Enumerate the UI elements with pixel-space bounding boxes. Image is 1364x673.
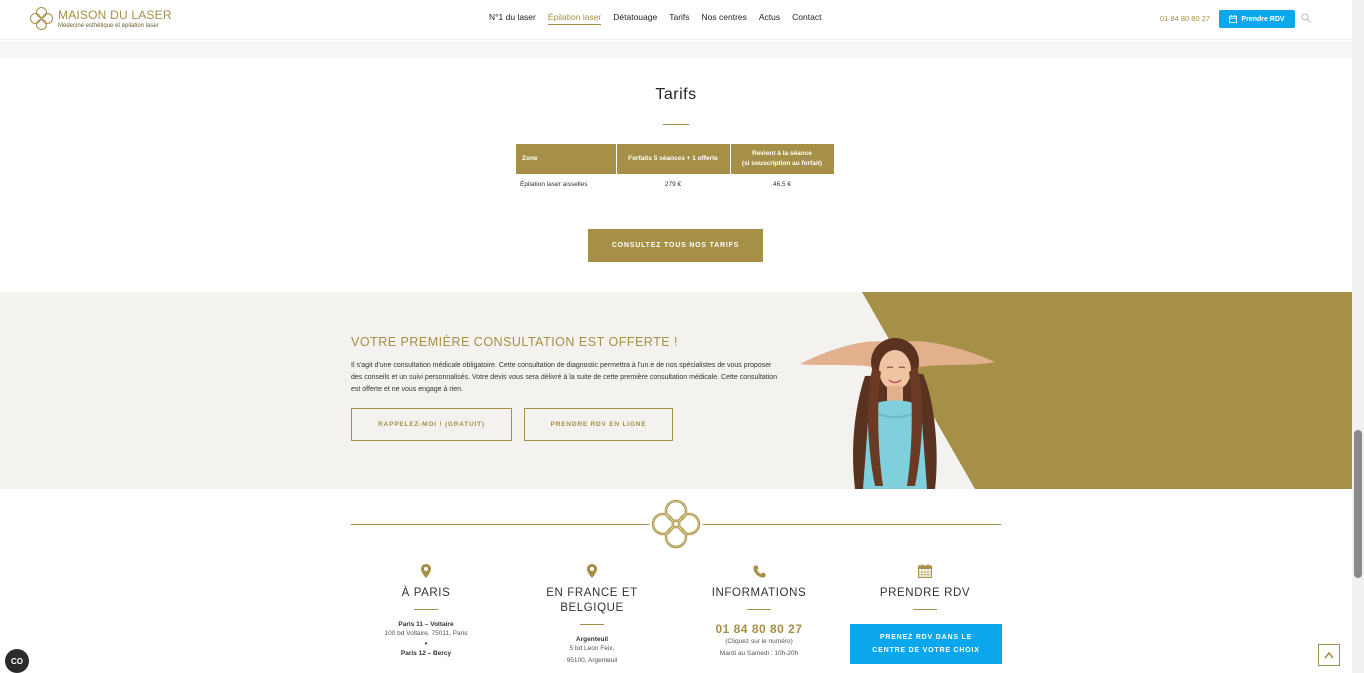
consultation-title: VOTRE PREMIÈRE CONSULTATION EST OFFERTE … [351, 335, 679, 349]
calendar-icon [1229, 15, 1238, 23]
footer-underline [580, 624, 604, 625]
brand-name: MAISON DU LASER [58, 8, 172, 22]
scroll-to-top-button[interactable] [1318, 644, 1340, 666]
footer-col-info: INFORMATIONS 01 84 80 80 27 (Cliquez sur… [684, 562, 834, 660]
choose-center-rdv-button[interactable]: PRENEZ RDV DANS LE CENTRE DE VOTRE CHOIX [850, 624, 1002, 664]
section-separator [0, 41, 1352, 58]
table-header-revient: Revient à la séance (si souscription au … [730, 144, 835, 174]
footer-knot-logo-icon [651, 499, 701, 549]
table-cell-revient: 46,5 € [772, 180, 792, 188]
footer-phone-link[interactable]: 01 84 80 80 27 [684, 622, 834, 636]
map-pin-icon [421, 564, 431, 578]
header-phone-link[interactable]: 01 84 80 80 27 [1160, 14, 1210, 23]
tarifs-heading: Tarifs [655, 86, 697, 103]
footer-paris-title: À PARIS [401, 587, 451, 599]
footer-rdv-title: PRENDRE RDV [879, 587, 971, 599]
tarifs-table: Zone Forfaits 5 séances + 1 offerte Revi… [516, 144, 835, 194]
table-cell-forfait: 279 € [664, 180, 682, 188]
page-scrollbar[interactable] [1352, 0, 1364, 673]
phone-hint: (Cliquez sur le numéro) [725, 638, 793, 645]
footer-underline [414, 609, 438, 610]
rdv-cta-line2: CENTRE DE VOTRE CHOIX [872, 647, 980, 654]
scrollbar-thumb[interactable] [1354, 430, 1362, 578]
search-icon[interactable] [1301, 13, 1311, 23]
nav-nos-centres[interactable]: Nos centres [702, 12, 747, 25]
center-address: 95100, Argenteuil [566, 657, 618, 664]
map-pin-icon [587, 564, 597, 578]
all-tarifs-button[interactable]: CONSULTEZ TOUS NOS TARIFS [588, 229, 763, 262]
chevron-up-icon [1324, 651, 1334, 659]
footer-underline [747, 609, 771, 610]
table-header-zone: Zone [516, 144, 617, 174]
nav-epilation-laser[interactable]: Épilation laser [547, 12, 602, 25]
center-address: 5 bd Leon Feix, [569, 645, 615, 652]
nav-tarifs[interactable]: Tarifs [669, 12, 689, 25]
table-header-forfait: Forfaits 5 séances + 1 offerte [616, 144, 731, 174]
footer-underline [913, 609, 937, 610]
cookie-settings-button[interactable]: CO [5, 649, 29, 673]
footer-col-rdv: PRENDRE RDV PRENEZ RDV DANS LE CENTRE DE… [850, 562, 1002, 664]
footer-col-france: EN FRANCE ET BELGIQUE Argenteuil 5 bd Le… [517, 562, 667, 667]
table-header-revient-l1: Revient à la séance [752, 150, 812, 158]
footer-info-title: INFORMATIONS [711, 587, 807, 599]
footer-france-title-l1: EN FRANCE ET [546, 587, 638, 599]
footer-divider-left [351, 524, 649, 525]
prendre-rdv-button[interactable]: Prendre RDV [1219, 10, 1295, 28]
nav-contact[interactable]: Contact [792, 12, 821, 25]
nav-detatouage[interactable]: Détatouage [613, 12, 657, 25]
separator-dot: • [424, 639, 428, 648]
calendar-icon [918, 564, 932, 578]
footer-france-title: EN FRANCE ET BELGIQUE [517, 586, 667, 616]
center-name[interactable]: Argenteuil [517, 636, 667, 643]
table-cell-zone: Épilation laser aisselles [520, 180, 588, 188]
footer-divider-right [703, 524, 1001, 525]
table-row: Épilation laser aisselles 279 € 46,5 € [516, 174, 834, 194]
footer-france-title-l2: BELGIQUE [560, 602, 624, 614]
opening-hours: Mardi au Samedi : 10h-20h [719, 650, 799, 657]
logo-knot-icon [30, 7, 54, 31]
table-header-revient-l2: (si souscription au forfait) [741, 160, 823, 167]
nav-actus[interactable]: Actus [759, 12, 780, 25]
prendre-rdv-label: Prendre RDV [1241, 15, 1285, 23]
nav-n1-laser[interactable]: N°1 du laser [489, 12, 536, 25]
callback-button[interactable]: RAPPELEZ-MOI ! (GRATUIT) [351, 408, 512, 441]
site-header: MAISON DU LASER Médecine esthétique et é… [0, 0, 1352, 40]
consultation-text: Il s'agit d'une consultation médicale ob… [351, 362, 778, 393]
woman-photo [800, 338, 995, 489]
footer-col-paris: À PARIS Paris 11 – Voltaire 100 bd Volta… [351, 562, 501, 657]
phone-icon [753, 565, 765, 577]
main-nav: N°1 du laser Épilation laser Détatouage … [489, 12, 821, 25]
online-rdv-button[interactable]: PRENDRE RDV EN LIGNE [524, 408, 673, 441]
brand-logo[interactable]: MAISON DU LASER Médecine esthétique et é… [30, 7, 172, 31]
brand-tagline: Médecine esthétique et épilation laser [58, 23, 159, 29]
rdv-cta-line1: PRENEZ RDV DANS LE [879, 634, 973, 641]
heading-underline [663, 124, 689, 125]
center-name[interactable]: Paris 11 – Voltaire [351, 621, 501, 628]
center-name[interactable]: Paris 12 – Bercy [351, 650, 501, 657]
